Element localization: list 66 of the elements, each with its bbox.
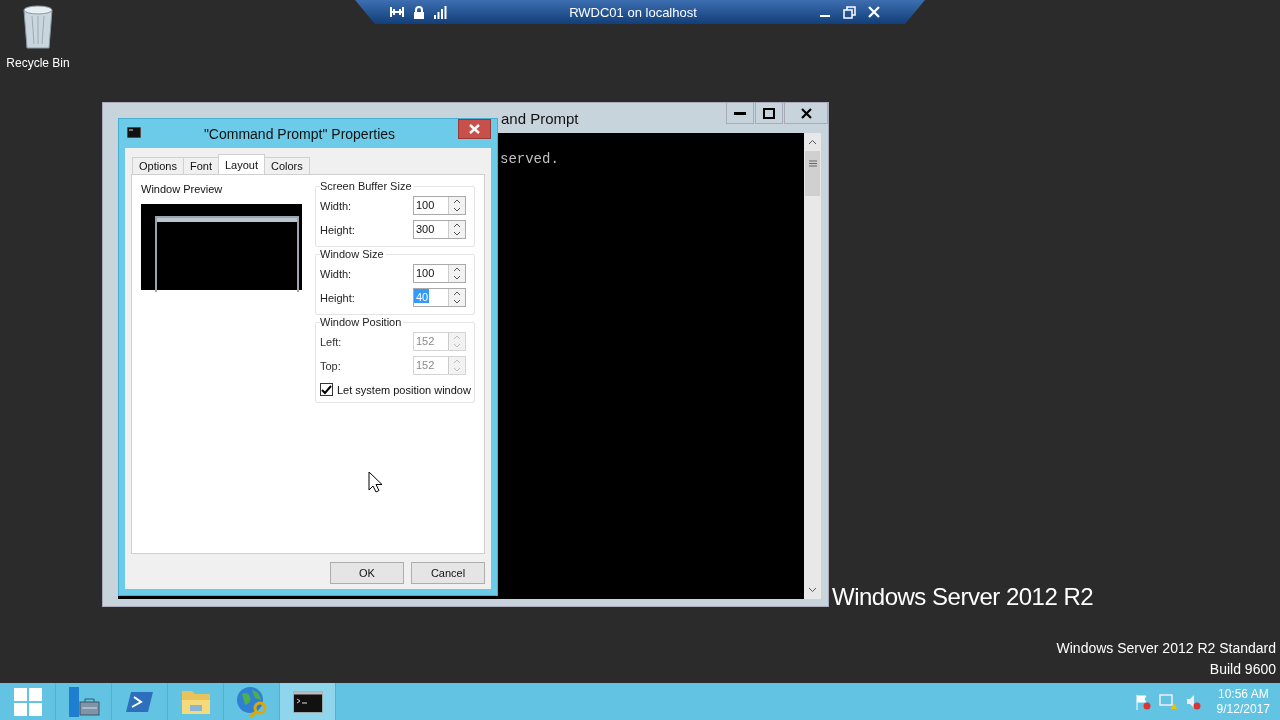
group-title: Window Position (320, 316, 404, 328)
console-line: served. (500, 151, 560, 167)
dialog-button[interactable]: OK (330, 562, 404, 584)
field-label: Height: (320, 291, 355, 304)
scroll-up-icon[interactable] (808, 139, 817, 145)
dialog-title: "Command Prompt" Properties (202, 126, 397, 142)
console-icon (127, 127, 141, 138)
restore-icon[interactable] (843, 5, 856, 19)
lock-icon[interactable] (413, 5, 425, 19)
build-text: Build 9600 (1209, 661, 1276, 677)
pin-icon[interactable] (390, 6, 404, 18)
field-label: Left: (320, 335, 342, 348)
minimize-button[interactable] (726, 103, 754, 124)
edition-text: Windows Server 2012 R2 Standard (1056, 640, 1276, 656)
spin-field[interactable]: 300 (413, 220, 466, 239)
console-icon (292, 690, 323, 713)
field-label: Width: (320, 267, 352, 280)
flag-icon[interactable] (1134, 693, 1151, 710)
spin-up-icon[interactable] (453, 266, 461, 272)
product-logo-text: Windows Server 2012 R2 (832, 583, 1094, 611)
clock-time: 10:56 AM (1217, 687, 1269, 701)
dialog-button[interactable]: Cancel (411, 562, 485, 584)
spin-up-icon[interactable] (453, 198, 461, 204)
signal-icon[interactable] (434, 5, 447, 19)
spin-down-icon[interactable] (453, 299, 461, 305)
windows-logo-icon (13, 687, 42, 716)
maximize-button[interactable] (755, 103, 783, 124)
scroll-down-icon[interactable] (808, 587, 817, 593)
spin-down-icon[interactable] (453, 231, 461, 237)
mouse-pointer-icon (368, 471, 383, 493)
close-button[interactable] (784, 103, 828, 124)
window-title: and Prompt (501, 110, 580, 127)
close-icon (469, 124, 480, 134)
group-title: Screen Buffer Size (320, 180, 414, 192)
spin-field[interactable]: 100 (413, 264, 466, 283)
checkbox-label[interactable]: Let system position window (337, 383, 471, 396)
close-button[interactable] (458, 119, 491, 139)
spin-field[interactable]: 100 (413, 196, 466, 215)
connection-title: RWDC01 on localhost (568, 4, 698, 20)
globe-key-icon (235, 685, 268, 718)
close-icon (800, 107, 812, 119)
clock-date: 9/12/2017 (1216, 702, 1270, 716)
minimize-icon (734, 111, 746, 115)
field-label: Top: (320, 359, 341, 372)
spin-down-icon[interactable] (453, 275, 461, 281)
spin-down-icon[interactable] (453, 207, 461, 213)
recycle-bin-icon[interactable] (21, 4, 55, 50)
preview-label: Window Preview (141, 183, 224, 195)
field-label: Width: (320, 199, 352, 212)
scrollbar[interactable] (804, 133, 821, 599)
scroll-thumb[interactable] (805, 151, 820, 196)
maximize-icon (763, 107, 775, 119)
desktop-icon-label[interactable]: Recycle Bin (6, 56, 70, 70)
tab[interactable]: Options (132, 157, 184, 174)
speaker-muted-icon[interactable] (1184, 693, 1201, 710)
group-title: Window Size (320, 248, 386, 260)
spin-up-icon[interactable] (453, 290, 461, 296)
spin-up-icon[interactable] (453, 222, 461, 228)
field-label: Height: (320, 223, 355, 236)
tab[interactable]: Layout (217, 154, 265, 174)
close-icon[interactable] (868, 6, 880, 18)
taskbar-button[interactable] (280, 683, 336, 720)
server-toolbox-icon (67, 686, 100, 717)
powershell-icon (125, 690, 154, 713)
checkbox[interactable] (320, 383, 333, 396)
tab[interactable]: Colors (263, 157, 310, 174)
